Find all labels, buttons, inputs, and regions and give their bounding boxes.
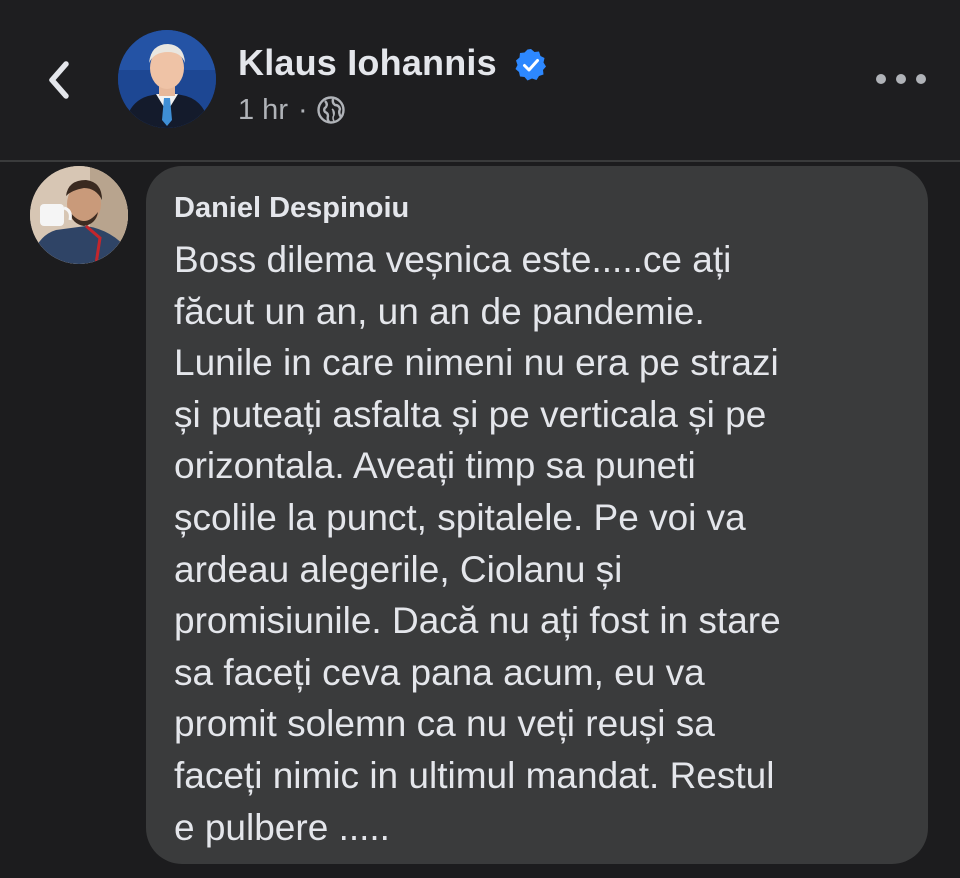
comment-bubble[interactable]: Daniel Despinoiu Boss dilema veșnica est…: [146, 166, 928, 864]
more-dot: [916, 74, 926, 84]
commenter-avatar[interactable]: [30, 166, 128, 264]
back-button[interactable]: [38, 52, 78, 108]
more-dot: [876, 74, 886, 84]
globe-icon: [316, 96, 345, 124]
more-dot: [896, 74, 906, 84]
commenter-name[interactable]: Daniel Despinoiu: [174, 192, 409, 225]
chevron-left-icon: [49, 61, 69, 99]
post-time[interactable]: 1 hr: [238, 94, 288, 127]
post-header: Klaus Iohannis 1 hr ·: [0, 0, 960, 162]
author-avatar[interactable]: [118, 30, 216, 128]
commenter-avatar-image: [30, 166, 128, 264]
comment-text: Boss dilema veșnica este.....ce ați făcu…: [174, 239, 781, 848]
author-avatar-image: [118, 30, 216, 128]
meta-separator: ·: [297, 93, 308, 126]
post-meta: 1 hr ·: [238, 92, 346, 128]
more-options-button[interactable]: [876, 64, 926, 94]
verified-badge-icon: [515, 49, 546, 81]
author-name[interactable]: Klaus Iohannis: [238, 42, 497, 84]
